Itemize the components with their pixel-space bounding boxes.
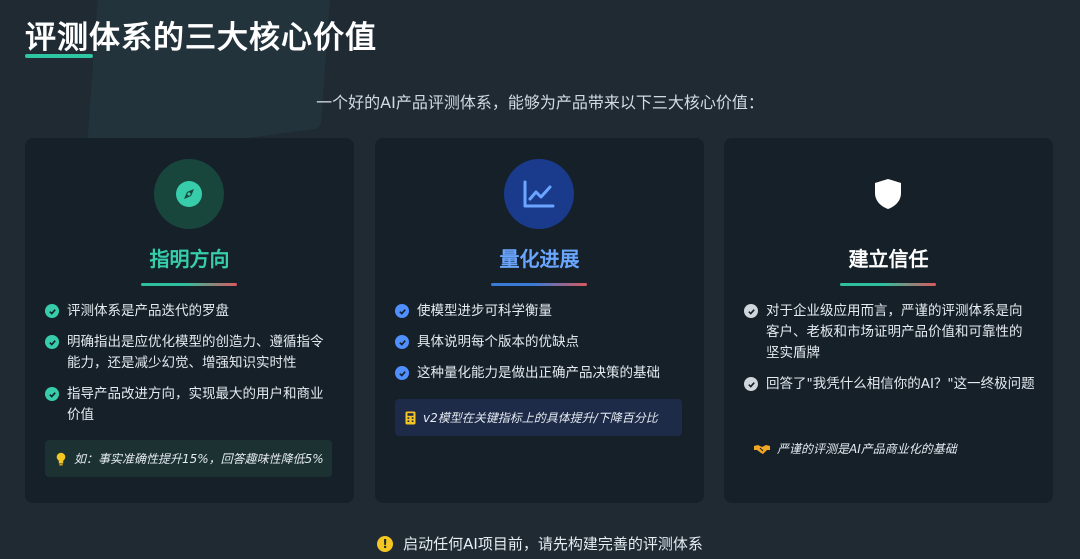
bullet-text: 回答了"我凭什么相信你的AI？"这一终极问题 [766, 376, 1035, 392]
bullet-list: 对于企业级应用而言，严谨的评测体系是向客户、老板和市场证明产品价值和可靠性的坚实… [744, 301, 1035, 405]
bullet-text: 指导产品改进方向，实现最大的用户和商业价值 [67, 386, 324, 423]
list-item: 指导产品改进方向，实现最大的用户和商业价值 [45, 384, 336, 426]
note-text: v2模型在关键指标上的具体提升/下降百分比 [423, 411, 658, 425]
bullet-text: 具体说明每个版本的优缺点 [417, 334, 579, 350]
value-card-progress: 量化进展 使模型进步可科学衡量 具体说明每个版本的优缺点 这种量化能力是做出正确… [375, 138, 704, 503]
check-icon [395, 335, 409, 349]
bullet-text: 对于企业级应用而言，严谨的评测体系是向客户、老板和市场证明产品价值和可靠性的坚实… [766, 303, 1023, 361]
card-title-underline [141, 283, 237, 286]
compass-icon [154, 159, 224, 229]
check-icon [744, 304, 758, 318]
example-note: v2模型在关键指标上的具体提升/下降百分比 [395, 399, 682, 436]
chart-line-icon [504, 159, 574, 229]
example-note: 严谨的评测是AI产品商业化的基础 [744, 430, 1031, 467]
value-card-direction: 指明方向 评测体系是产品迭代的罗盘 明确指出是应优化模型的创造力、遵循指令能力，… [25, 138, 354, 503]
note-text: 如：事实准确性提升15%，回答趣味性降低5% [74, 452, 324, 466]
list-item: 明确指出是应优化模型的创造力、遵循指令能力，还是减少幻觉、增强知识实时性 [45, 332, 336, 374]
check-icon [45, 335, 59, 349]
bullet-list: 使模型进步可科学衡量 具体说明每个版本的优缺点 这种量化能力是做出正确产品决策的… [395, 301, 686, 394]
card-title: 量化进展 [499, 247, 580, 271]
bullet-list: 评测体系是产品迭代的罗盘 明确指出是应优化模型的创造力、遵循指令能力，还是减少幻… [45, 301, 336, 436]
example-note: 如：事实准确性提升15%，回答趣味性降低5% [45, 440, 332, 477]
bullet-text: 使模型进步可科学衡量 [417, 303, 552, 319]
card-title: 建立信任 [848, 247, 929, 271]
card-title-underline [840, 283, 936, 286]
calculator-icon [405, 411, 416, 425]
footer-text: 启动任何AI项目前，请先构建完善的评测体系 [403, 535, 703, 553]
card-title: 指明方向 [149, 247, 230, 271]
list-item: 这种量化能力是做出正确产品决策的基础 [395, 363, 686, 384]
title-underline [25, 54, 93, 58]
list-item: 评测体系是产品迭代的罗盘 [45, 301, 336, 322]
list-item: 使模型进步可科学衡量 [395, 301, 686, 322]
page-subtitle: 一个好的AI产品评测体系，能够为产品带来以下三大核心价值： [316, 93, 764, 112]
note-text: 严谨的评测是AI产品商业化的基础 [777, 442, 957, 456]
lightbulb-icon [55, 452, 67, 466]
check-icon [45, 304, 59, 318]
card-title-underline [491, 283, 587, 286]
page-title: 评测体系的三大核心价值 [25, 20, 377, 56]
list-item: 回答了"我凭什么相信你的AI？"这一终极问题 [744, 374, 1035, 395]
warning-icon: ! [377, 535, 394, 552]
list-item: 对于企业级应用而言，严谨的评测体系是向客户、老板和市场证明产品价值和可靠性的坚实… [744, 301, 1035, 364]
bullet-text: 明确指出是应优化模型的创造力、遵循指令能力，还是减少幻觉、增强知识实时性 [67, 334, 324, 371]
check-icon [395, 366, 409, 380]
check-icon [45, 387, 59, 401]
value-card-trust: 建立信任 对于企业级应用而言，严谨的评测体系是向客户、老板和市场证明产品价值和可… [724, 138, 1053, 503]
handshake-icon [754, 443, 770, 455]
shield-icon [853, 159, 923, 229]
bullet-text: 这种量化能力是做出正确产品决策的基础 [417, 365, 660, 381]
footer-tip: ! 启动任何AI项目前，请先构建完善的评测体系 [0, 533, 1080, 554]
check-icon [744, 377, 758, 391]
check-icon [395, 304, 409, 318]
bullet-text: 评测体系是产品迭代的罗盘 [67, 303, 229, 319]
list-item: 具体说明每个版本的优缺点 [395, 332, 686, 353]
